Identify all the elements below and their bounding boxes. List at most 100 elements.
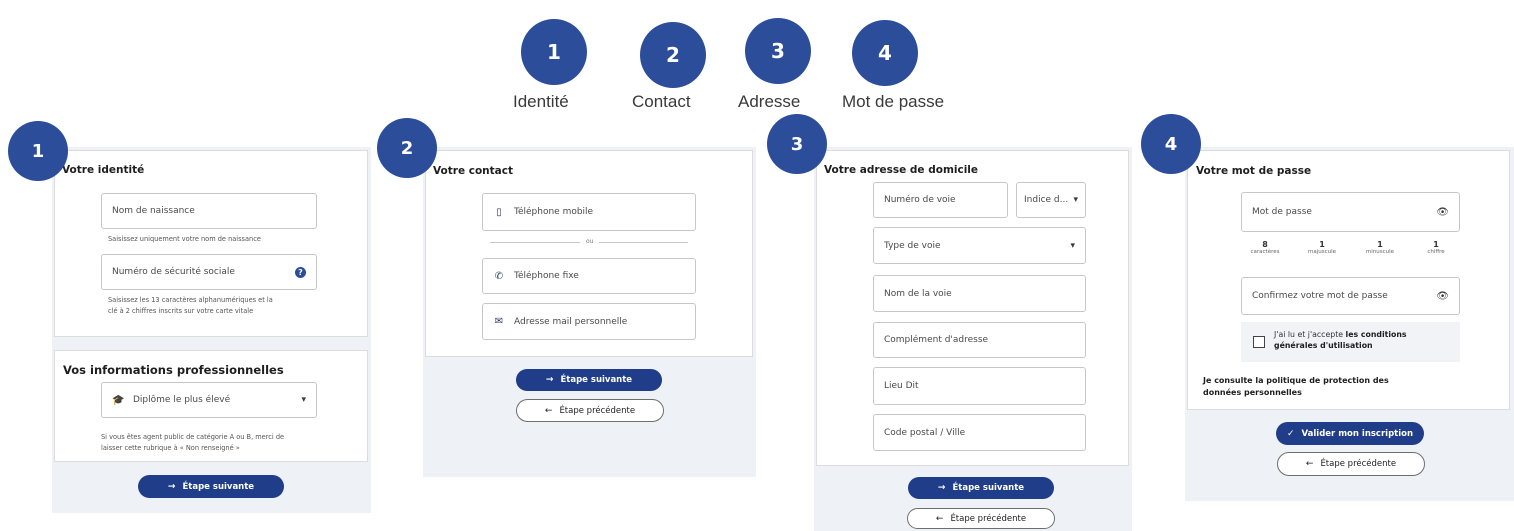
street-type-select[interactable]: Type de voie ▾ (873, 227, 1086, 264)
stepper-label-mot-de-passe: Mot de passe (842, 92, 945, 111)
cgu-checkbox[interactable] (1253, 336, 1265, 348)
password-title: Votre mot de passe (1196, 165, 1312, 177)
arrow-left-icon: ← (1305, 459, 1314, 469)
diploma-placeholder: Diplôme le plus élevé (133, 395, 231, 405)
stepper-circle-2: 2 (640, 22, 706, 88)
mobile-phone-placeholder: Téléphone mobile (514, 207, 594, 217)
mobile-phone-input[interactable]: ▯ Téléphone mobile (482, 193, 696, 231)
envelope-icon: ✉ (494, 316, 504, 327)
street-index-placeholder: Indice d... (1024, 195, 1069, 205)
privacy-policy-line2: données personnelles (1203, 388, 1302, 397)
requirement-uppercase-count: 1 (1319, 240, 1325, 249)
requirement-digit-count: 1 (1433, 240, 1439, 249)
ssn-input[interactable]: Numéro de sécurité sociale ? (101, 254, 317, 290)
requirement-digit-text: chiffre (1427, 249, 1445, 255)
ssn-hint-line1: Saisissez les 13 caractères alphanumériq… (108, 296, 273, 304)
requirement-lowercase-text: minuscule (1365, 249, 1395, 255)
professional-info-title: Vos informations professionnelles (63, 363, 284, 377)
privacy-policy-line1: Je consulte la politique de protection d… (1203, 376, 1389, 385)
cgu-text-plain: J'ai lu et j'accepte (1274, 330, 1344, 339)
password-confirm-placeholder: Confirmez votre mot de passe (1252, 291, 1388, 301)
identity-next-button[interactable]: → Étape suivante (138, 475, 284, 498)
address-complement-input[interactable]: Complément d'adresse (873, 322, 1086, 358)
identity-title: Votre identité (62, 164, 145, 176)
street-name-placeholder: Nom de la voie (884, 288, 952, 299)
landline-phone-placeholder: Téléphone fixe (514, 271, 579, 281)
chevron-down-icon: ▾ (1070, 240, 1075, 251)
eye-icon[interactable]: 👁 (1436, 207, 1449, 218)
street-number-placeholder: Numéro de voie (884, 195, 956, 205)
chevron-down-icon: ▾ (1073, 195, 1078, 205)
graduation-cap-icon: 🎓 (112, 394, 125, 406)
birth-name-placeholder: Nom de naissance (112, 206, 195, 216)
requirement-characters: 8 caractères (1245, 240, 1285, 255)
stepper-circle-1: 1 (521, 19, 587, 85)
arrow-right-icon: → (937, 483, 946, 493)
cgu-label[interactable]: J'ai lu et j'accepte les conditions géné… (1274, 329, 1454, 351)
stepper-circle-4: 4 (852, 20, 918, 86)
contact-title: Votre contact (433, 165, 514, 177)
cgu-link-part1[interactable]: les conditions (1346, 330, 1407, 339)
street-name-input[interactable]: Nom de la voie (873, 275, 1086, 312)
mobile-phone-icon: ▯ (496, 206, 502, 218)
arrow-right-icon: → (545, 375, 554, 385)
address-step-badge: 3 (767, 114, 827, 174)
diploma-hint-line1: Si vous êtes agent public de catégorie A… (101, 433, 285, 441)
requirement-lowercase: 1 minuscule (1357, 240, 1403, 255)
arrow-right-icon: → (167, 481, 176, 492)
contact-next-button[interactable]: → Étape suivante (516, 369, 662, 391)
street-number-input[interactable]: Numéro de voie (873, 182, 1008, 218)
address-next-button[interactable]: → Étape suivante (908, 477, 1054, 499)
requirement-characters-count: 8 (1262, 240, 1268, 249)
requirement-lowercase-count: 1 (1377, 240, 1383, 249)
contact-prev-label: Étape précédente (559, 405, 636, 416)
locality-input[interactable]: Lieu Dit (873, 367, 1086, 405)
password-prev-label: Étape précédente (1320, 459, 1397, 469)
address-next-label: Étape suivante (952, 483, 1025, 493)
or-divider-label: ou (580, 238, 600, 245)
email-placeholder: Adresse mail personnelle (514, 316, 628, 327)
help-icon[interactable]: ? (295, 266, 306, 278)
street-type-placeholder: Type de voie (884, 240, 941, 251)
requirement-uppercase: 1 majuscule (1299, 240, 1345, 255)
stepper-label-adresse: Adresse (738, 92, 801, 111)
contact-next-label: Étape suivante (560, 375, 633, 385)
identity-next-label: Étape suivante (182, 481, 255, 492)
arrow-left-icon: ← (935, 513, 944, 524)
ssn-placeholder: Numéro de sécurité sociale (112, 267, 235, 277)
phone-icon: ✆ (494, 270, 504, 282)
landline-phone-input[interactable]: ✆ Téléphone fixe (482, 258, 696, 294)
stepper-circle-3: 3 (745, 18, 811, 84)
postal-city-placeholder: Code postal / Ville (884, 427, 966, 438)
cgu-link-part2[interactable]: générales d'utilisation (1274, 341, 1373, 350)
identity-step-badge: 1 (8, 121, 68, 181)
contact-prev-button[interactable]: ← Étape précédente (516, 399, 664, 422)
diploma-select[interactable]: 🎓 Diplôme le plus élevé ▾ (101, 382, 317, 418)
diploma-hint-line2: laisser cette rubrique à « Non renseigné… (101, 444, 240, 452)
password-placeholder: Mot de passe (1252, 207, 1312, 217)
checkmark-icon: ✓ (1286, 428, 1295, 439)
arrow-left-icon: ← (544, 405, 553, 416)
password-prev-button[interactable]: ← Étape précédente (1277, 452, 1425, 476)
eye-icon[interactable]: 👁 (1436, 291, 1449, 302)
birth-name-hint: Saisissez uniquement votre nom de naissa… (108, 235, 261, 243)
password-confirm-input[interactable]: Confirmez votre mot de passe 👁 (1241, 277, 1460, 315)
privacy-policy-link[interactable]: Je consulte la politique de protection d… (1203, 375, 1453, 399)
chevron-down-icon: ▾ (301, 395, 306, 405)
stepper-label-identite: Identité (513, 92, 569, 111)
ssn-hint-line2: clé à 2 chiffres inscrits sur votre cart… (108, 307, 254, 315)
email-input[interactable]: ✉ Adresse mail personnelle (482, 303, 696, 340)
address-prev-button[interactable]: ← Étape précédente (907, 508, 1055, 529)
password-step-badge: 4 (1141, 114, 1201, 174)
address-title: Votre adresse de domicile (824, 164, 979, 176)
contact-step-badge: 2 (377, 118, 437, 178)
postal-city-input[interactable]: Code postal / Ville (873, 414, 1086, 451)
address-complement-placeholder: Complément d'adresse (884, 335, 989, 345)
requirement-characters-text: caractères (1250, 249, 1280, 255)
submit-registration-button[interactable]: ✓ Valider mon inscription (1276, 422, 1424, 445)
requirement-uppercase-text: majuscule (1307, 249, 1337, 255)
birth-name-input[interactable]: Nom de naissance (101, 193, 317, 229)
street-index-select[interactable]: Indice d... ▾ (1016, 182, 1086, 218)
address-prev-label: Étape précédente (950, 513, 1027, 524)
password-input[interactable]: Mot de passe 👁 (1241, 192, 1460, 232)
